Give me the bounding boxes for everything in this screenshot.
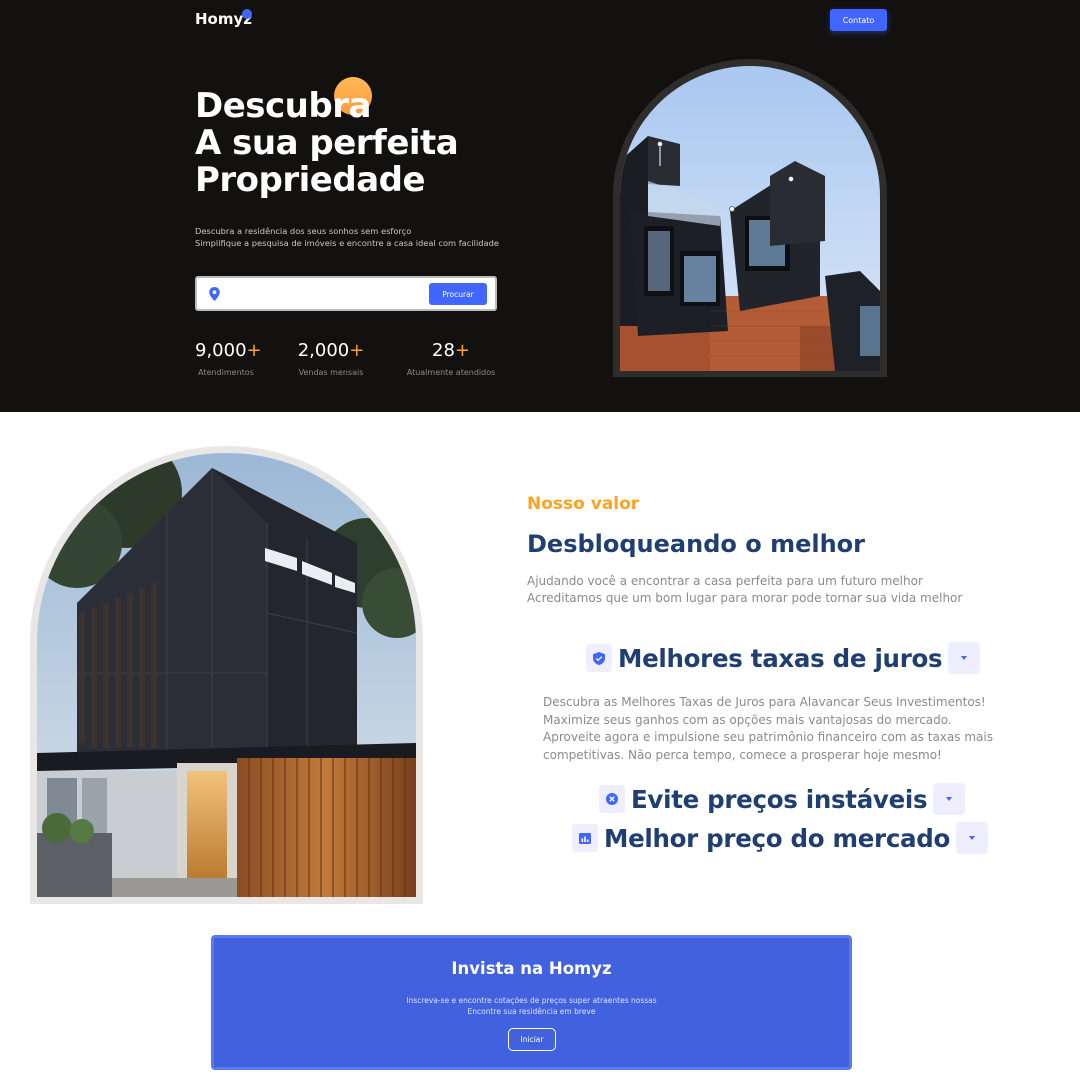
stat-value: 28+ xyxy=(432,340,470,361)
value-kicker: Nosso valor xyxy=(527,494,640,514)
chevron-down-icon[interactable] xyxy=(933,783,966,815)
accordion-title: Melhores taxas de juros xyxy=(618,643,943,673)
value-description: Ajudando você a encontrar a casa perfeit… xyxy=(527,573,962,607)
value-title: Desbloqueando o melhor xyxy=(527,530,865,558)
hero-title-line: Propriedade xyxy=(195,160,426,200)
stat-monthly-sales: 2,000+ Vendas mensais xyxy=(296,340,366,377)
stat-value: 2,000+ xyxy=(297,340,365,361)
accordion-body-line: Maximize seus ganhos com as opções mais … xyxy=(543,712,952,727)
stat-label: Vendas mensais xyxy=(298,368,364,377)
shield-check-icon xyxy=(586,644,612,672)
value-description-line: Acreditamos que um bom lugar para morar … xyxy=(527,591,963,605)
analytics-chart-icon xyxy=(572,824,598,852)
accordion-item-best-price[interactable]: Melhor preço do mercado xyxy=(572,822,989,854)
search-button[interactable]: Procurar xyxy=(429,283,487,305)
stat-attendances: 9,000+ Atendimentos xyxy=(195,340,262,377)
hero-title: Descubra A sua perfeita Propriedade xyxy=(195,86,459,200)
contact-button[interactable]: Contato xyxy=(830,9,887,31)
cancel-circle-icon xyxy=(599,785,625,813)
value-image-frame xyxy=(30,446,423,904)
cta-title: Invista na Homyz xyxy=(451,959,612,978)
accordion-body-line: Descubra as Melhores Taxas de Juros para… xyxy=(543,695,986,709)
hero-building-image xyxy=(620,66,880,371)
location-pin-icon xyxy=(209,287,220,301)
hero-description-line: Simplifique a pesquisa de imóveis e enco… xyxy=(195,238,499,248)
hero-title-line: Descubra xyxy=(195,86,371,126)
search-bar: Procurar xyxy=(195,276,497,311)
logo-dot xyxy=(242,9,252,19)
stat-currently-served: 28+ Atualmente atendidos xyxy=(403,340,499,377)
start-button[interactable]: Iniciar xyxy=(508,1028,556,1051)
hero-image-frame xyxy=(613,59,887,377)
chevron-down-icon[interactable] xyxy=(948,642,981,674)
search-input[interactable] xyxy=(227,284,417,304)
hero-description: Descubra a residência dos seus sonhos se… xyxy=(195,225,499,249)
accordion-body: Descubra as Melhores Taxas de Juros para… xyxy=(543,694,1003,764)
accordion-item-interest-rates[interactable]: Melhores taxas de juros xyxy=(586,642,981,674)
stat-value: 9,000+ xyxy=(195,340,262,361)
accordion-item-unstable-prices[interactable]: Evite preços instáveis xyxy=(599,783,966,815)
hero-description-line: Descubra a residência dos seus sonhos se… xyxy=(195,226,412,236)
chevron-down-icon[interactable] xyxy=(956,822,989,854)
value-house-image xyxy=(37,453,416,897)
hero-section: Homyz Contato Descubra A sua perfeita Pr… xyxy=(0,0,1080,412)
cta-description: Inscreva-se e encontre cotações de preço… xyxy=(214,995,849,1017)
accordion-body-line: Aproveite agora e impulsione seu patrimô… xyxy=(543,730,993,744)
invest-cta: Invista na Homyz Inscreva-se e encontre … xyxy=(211,935,852,1070)
cta-description-line: Inscreva-se e encontre cotações de preço… xyxy=(406,996,657,1005)
value-description-line: Ajudando você a encontrar a casa perfeit… xyxy=(527,574,923,588)
cta-description-line: Encontre sua residência em breve xyxy=(467,1007,596,1016)
accordion-title: Melhor preço do mercado xyxy=(604,823,951,853)
accordion-body-line: competitivas. Não perca tempo, comece a … xyxy=(543,747,942,762)
accordion-title: Evite preços instáveis xyxy=(631,784,928,814)
stat-label: Atendimentos xyxy=(198,368,254,377)
hero-title-line: A sua perfeita xyxy=(195,123,459,163)
stat-label: Atualmente atendidos xyxy=(406,368,496,377)
